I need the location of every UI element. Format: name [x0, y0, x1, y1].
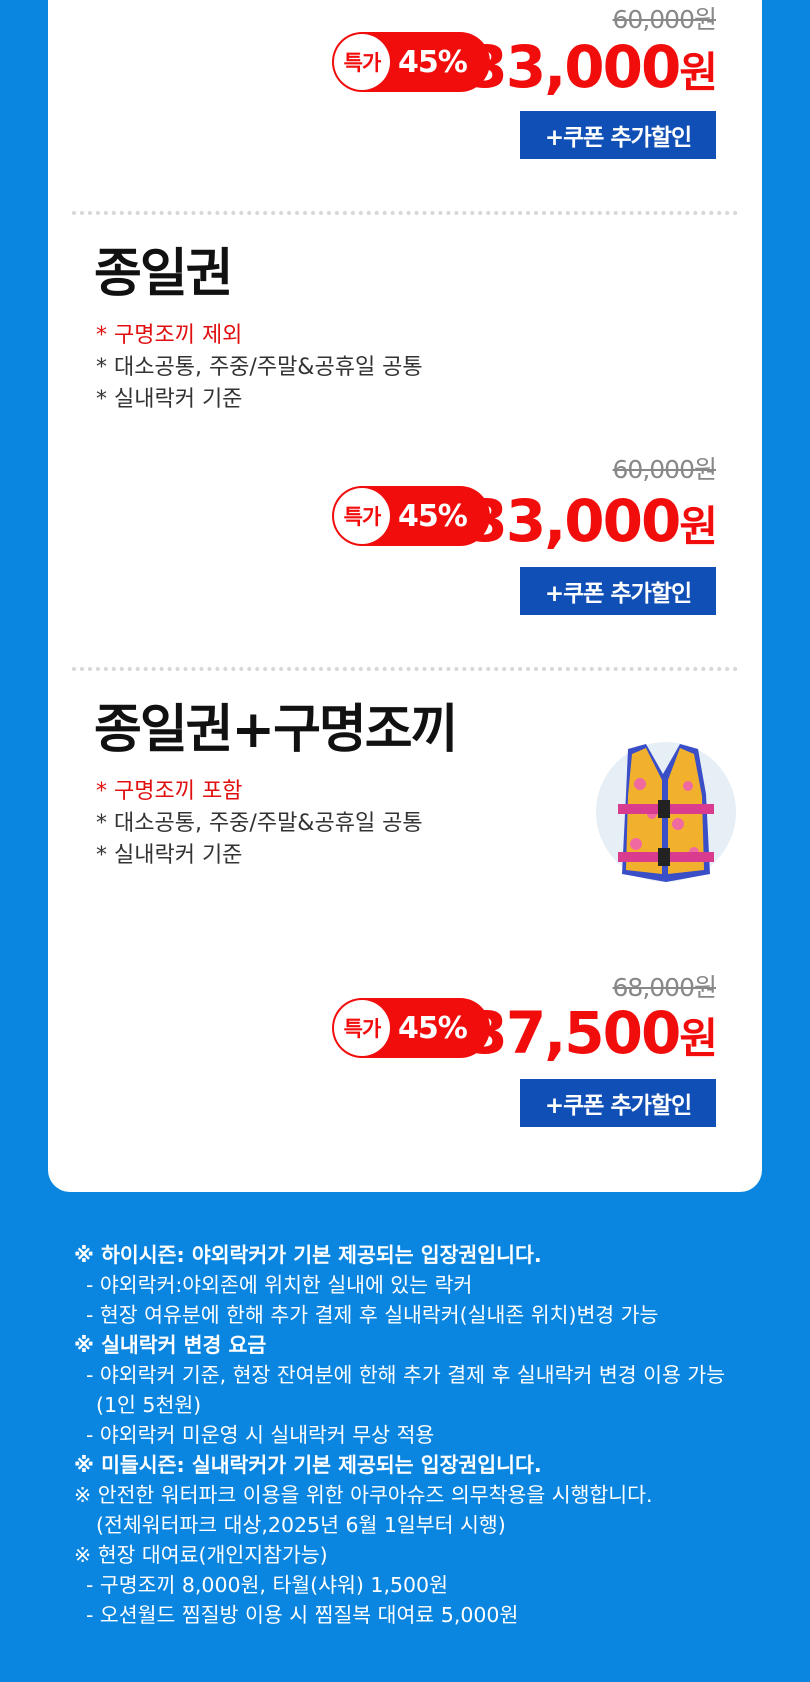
special-price-label: 특가 [334, 34, 390, 90]
discount-badge: 특가 45% [332, 998, 490, 1058]
sale-price-value: 33,000 [467, 487, 682, 555]
section-divider [72, 211, 738, 215]
sale-price: 37,500원 [468, 1004, 718, 1063]
discount-percent: 45% [398, 1010, 468, 1046]
special-price-label: 특가 [334, 488, 390, 544]
ticket-note: * 실내락커 기준 [96, 843, 243, 868]
coupon-button[interactable]: +쿠폰 추가할인 [520, 1079, 716, 1127]
original-price: 60,000원 [612, 455, 717, 484]
ticket-note: * 실내락커 기준 [96, 387, 243, 412]
info-line: ※ 하이시즌: 야외락커가 기본 제공되는 입장권입니다. [74, 1243, 542, 1267]
info-line: ※ 안전한 워터파크 이용을 위한 아쿠아슈즈 의무착용을 시행합니다. [74, 1483, 653, 1507]
coupon-button[interactable]: +쿠폰 추가할인 [520, 567, 716, 615]
ticket-note: * 구명조끼 포함 [96, 779, 243, 804]
discount-badge: 특가 45% [332, 32, 490, 92]
info-line: (1인 5천원) [96, 1393, 202, 1417]
ticket-note: * 구명조끼 제외 [96, 323, 243, 348]
info-line: (전체워터파크 대상,2025년 6월 1일부터 시행) [96, 1513, 506, 1537]
coupon-button[interactable]: +쿠폰 추가할인 [520, 111, 716, 159]
info-line: - 현장 여유분에 한해 추가 결제 후 실내락커(실내존 위치)변경 가능 [86, 1303, 659, 1327]
info-line: - 야외락커 미운영 시 실내락커 무상 적용 [86, 1423, 435, 1447]
info-line: - 구명조끼 8,000원, 타월(샤워) 1,500원 [86, 1573, 448, 1597]
info-line: - 오션월드 찜질방 이용 시 찜질복 대여료 5,000원 [86, 1603, 519, 1627]
info-line: ※ 미들시즌: 실내락커가 기본 제공되는 입장권입니다. [74, 1453, 542, 1477]
sale-price: 33,000원 [468, 38, 718, 97]
info-line: - 야외락커 기준, 현장 잔여분에 한해 추가 결제 후 실내락커 변경 이용… [86, 1363, 726, 1387]
ticket-title: 종일권+구명조끼 [94, 700, 458, 760]
special-price-label: 특가 [334, 1000, 390, 1056]
ticket-card: 60,000원 특가 45% 33,000원 +쿠폰 추가할인 종일권 * 구명… [48, 0, 762, 1192]
section-divider [72, 667, 738, 671]
price-unit: 원 [679, 48, 718, 97]
ticket-note: * 대소공통, 주중/주말&공휴일 공통 [96, 355, 423, 380]
discount-percent: 45% [398, 498, 468, 534]
info-line: ※ 현장 대여료(개인지참가능) [74, 1543, 328, 1567]
sale-price: 33,000원 [468, 492, 718, 551]
info-line: - 야외락커:야외존에 위치한 실내에 있는 락커 [86, 1273, 473, 1297]
price-unit: 원 [679, 502, 718, 551]
ticket-note: * 대소공통, 주중/주말&공휴일 공통 [96, 811, 423, 836]
life-vest-image [596, 742, 736, 882]
price-unit: 원 [679, 1014, 718, 1063]
discount-badge: 특가 45% [332, 486, 490, 546]
sale-price-value: 37,500 [467, 999, 682, 1067]
discount-percent: 45% [398, 44, 468, 80]
info-line: ※ 실내락커 변경 요금 [74, 1333, 267, 1357]
original-price: 60,000원 [612, 5, 717, 34]
ticket-title: 종일권 [94, 244, 234, 304]
sale-price-value: 33,000 [467, 33, 682, 101]
info-notes: ※ 하이시즌: 야외락커가 기본 제공되는 입장권입니다. - 야외락커:야외존… [74, 1240, 774, 1630]
